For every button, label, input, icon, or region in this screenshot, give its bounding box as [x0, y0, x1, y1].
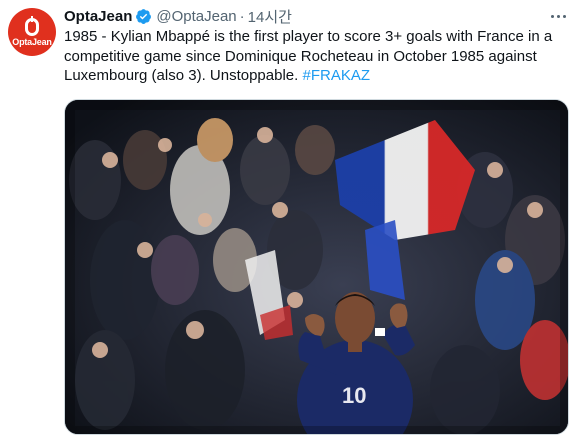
more-options-icon[interactable]: [547, 7, 569, 25]
timestamp[interactable]: 14시간: [248, 6, 292, 27]
verified-badge-icon: [136, 8, 152, 24]
hashtag-link[interactable]: #FRAKAZ: [302, 67, 370, 84]
tweet-header: OptaJean @OptaJean · 14시간: [64, 6, 569, 26]
opta-logo-icon: [25, 15, 39, 36]
tweet-text: 1985 - Kylian Mbappé is the first player…: [64, 27, 569, 86]
user-handle[interactable]: @OptaJean: [156, 8, 236, 25]
avatar-logo-text: OptaJean: [12, 36, 52, 47]
tweet-photo[interactable]: 10: [64, 99, 569, 435]
tweet[interactable]: OptaJean OptaJean @OptaJean · 14시간 1985 …: [0, 0, 577, 440]
photo-football-celebration-icon: 10: [65, 100, 568, 434]
jersey-number: 10: [342, 383, 366, 408]
display-name[interactable]: OptaJean: [64, 8, 132, 25]
avatar[interactable]: OptaJean: [8, 8, 56, 56]
separator-dot: ·: [239, 7, 245, 25]
